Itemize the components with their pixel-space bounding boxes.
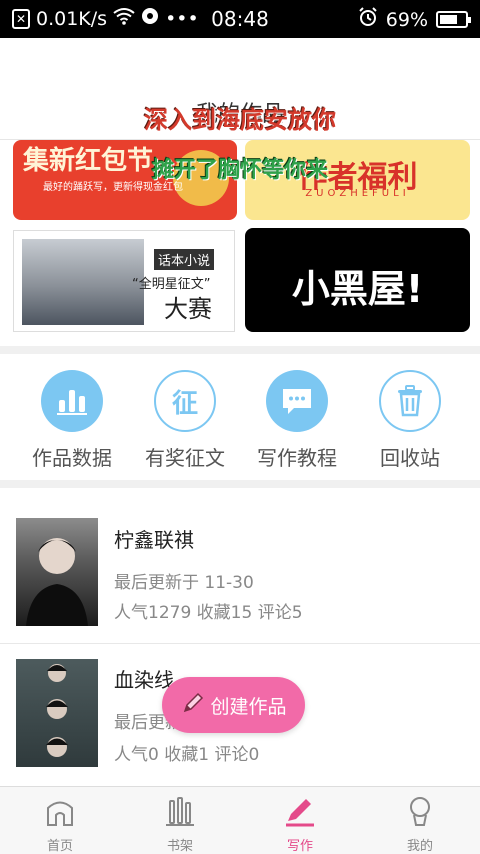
tool-label: 作品数据 <box>32 446 112 470</box>
tool-recycle-bin[interactable]: 回收站 <box>355 370 465 471</box>
contest-glyph: 征 <box>171 388 198 419</box>
work-title: 柠鑫联祺 <box>114 528 194 552</box>
section-divider <box>0 346 480 354</box>
battery-percent: 69% <box>385 8 428 31</box>
bottom-navigation: 首页 书架 写作 我的 <box>0 786 480 854</box>
contest-banner[interactable]: 话本小说 “全明星征文” 大赛 <box>13 230 235 332</box>
nav-bookshelf[interactable]: 书架 <box>120 787 240 854</box>
home-icon <box>44 795 76 831</box>
create-work-button[interactable]: 创建作品 <box>162 677 305 733</box>
trash-icon <box>379 370 441 432</box>
work-stats: 人气1279 收藏15 评论5 <box>114 603 303 623</box>
battery-icon <box>436 11 471 28</box>
tool-tutorial[interactable]: 写作教程 <box>242 370 352 471</box>
author-welfare-banner[interactable]: 作者福利 ZUOZHEFULI <box>245 140 470 220</box>
work-cover <box>16 659 98 767</box>
contest-photo <box>22 239 144 325</box>
black-room-title: 小黑屋! <box>291 267 424 311</box>
chat-icon <box>266 370 328 432</box>
nav-label: 我的 <box>406 839 433 854</box>
tool-contest[interactable]: 征 有奖征文 <box>130 370 240 471</box>
page-header: 我的作品 <box>0 38 480 140</box>
bookshelf-icon <box>164 795 196 831</box>
contest-tag: 话本小说 <box>154 249 215 270</box>
profile-icon <box>404 795 436 831</box>
contest-title: 大赛 <box>164 295 212 323</box>
tool-label: 回收站 <box>380 446 440 470</box>
pen-icon <box>284 795 316 831</box>
work-title: 血染线 <box>114 668 174 692</box>
work-updated: 最后更新于 11-30 <box>114 573 254 593</box>
status-bar: ✕ 0.01K/s ••• 08:48 69% <box>0 0 480 38</box>
alarm-icon <box>358 7 378 32</box>
section-divider <box>0 480 480 488</box>
nav-label: 书架 <box>166 839 193 854</box>
nav-label: 首页 <box>46 839 73 854</box>
tool-label: 写作教程 <box>257 446 337 470</box>
tool-label: 有奖征文 <box>145 446 225 470</box>
work-stats: 人气0 收藏1 评论0 <box>114 745 260 765</box>
page-title: 我的作品 <box>195 102 284 127</box>
nav-writing[interactable]: 写作 <box>240 787 360 854</box>
nav-home[interactable]: 首页 <box>0 787 120 854</box>
black-room-banner[interactable]: 小黑屋! <box>245 228 470 332</box>
create-work-label: 创建作品 <box>210 695 287 718</box>
nav-profile[interactable]: 我的 <box>360 787 480 854</box>
bar-chart-icon <box>41 370 103 432</box>
nav-label: 写作 <box>286 839 313 854</box>
red-packet-banner[interactable]: 集新红包节 最好的踊跃写，更新得现金红包 <box>13 140 237 220</box>
work-cover <box>16 518 98 626</box>
work-item[interactable]: 柠鑫联祺 最后更新于 11-30 人气1279 收藏15 评论5 <box>0 488 480 643</box>
contest-icon: 征 <box>154 370 216 432</box>
red-packet-banner-title: 集新红包节 <box>23 146 154 176</box>
tool-work-data[interactable]: 作品数据 <box>17 370 127 471</box>
red-packet-banner-subtitle: 最好的踊跃写，更新得现金红包 <box>43 182 183 193</box>
author-welfare-subtitle: ZUOZHEFULI <box>305 188 410 199</box>
pencil-icon <box>180 690 206 721</box>
